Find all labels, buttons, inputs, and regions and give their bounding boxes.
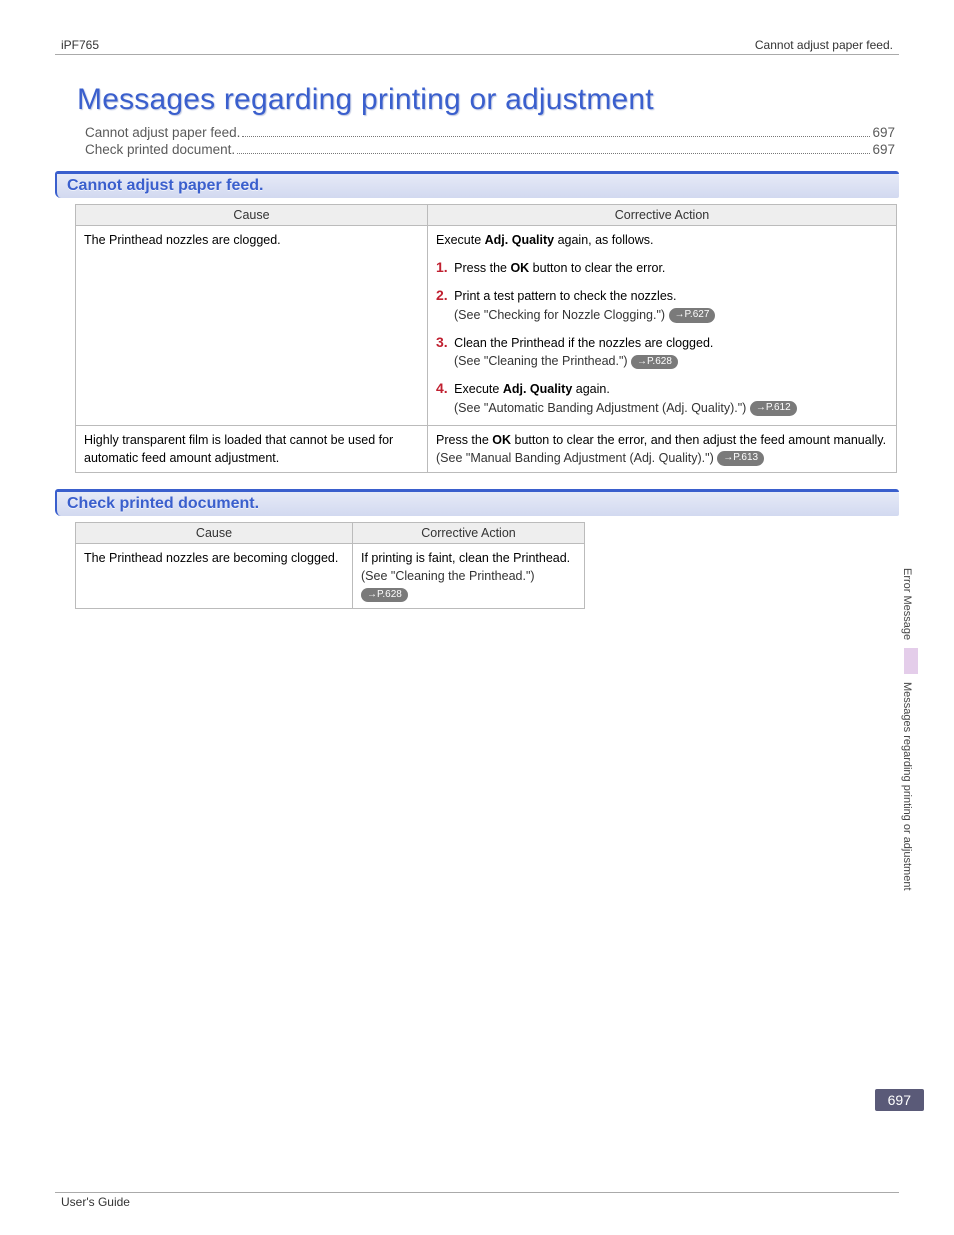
step-4: 4. Execute Adj. Quality again. (See "Aut…	[436, 378, 888, 416]
page-link-pill[interactable]: →P.628	[631, 355, 678, 370]
toc-page: 697	[872, 125, 899, 140]
side-tab-bottom[interactable]: Messages regarding printing or adjustmen…	[901, 682, 913, 891]
cell-action: Execute Adj. Quality again, as follows. …	[428, 226, 897, 426]
page-header: iPF765 Cannot adjust paper feed.	[55, 38, 899, 55]
header-right: Cannot adjust paper feed.	[755, 38, 893, 52]
see-text: (See "Checking for Nozzle Clogging.")	[454, 308, 665, 322]
see-text: (See "Cleaning the Printhead.")	[361, 569, 535, 583]
cell-action: If printing is faint, clean the Printhea…	[353, 543, 585, 608]
toc-dots	[242, 136, 870, 137]
cell-action: Press the OK button to clear the error, …	[428, 425, 897, 472]
side-tab-separator	[904, 648, 918, 674]
see-text: (See "Manual Banding Adjustment (Adj. Qu…	[436, 451, 714, 465]
table-row: Highly transparent film is loaded that c…	[76, 425, 897, 472]
intro-text: Execute	[436, 233, 485, 247]
action-text: If printing is faint, clean the Printhea…	[361, 551, 570, 565]
step-text: Clean the Printhead if the nozzles are c…	[454, 336, 713, 350]
section-heading-wrap: Check printed document.	[55, 489, 899, 516]
section-heading-wrap: Cannot adjust paper feed.	[55, 171, 899, 198]
table-check-printed: Cause Corrective Action The Printhead no…	[75, 522, 585, 609]
step-bold: OK	[510, 261, 529, 275]
table-cannot-adjust: Cause Corrective Action The Printhead no…	[75, 204, 897, 473]
step-1: 1. Press the OK button to clear the erro…	[436, 257, 888, 277]
page-link-pill[interactable]: →P.627	[669, 308, 716, 323]
step-text: Print a test pattern to check the nozzle…	[454, 289, 676, 303]
section-heading-check-printed: Check printed document.	[55, 492, 899, 516]
chapter-title: Messages regarding printing or adjustmen…	[77, 83, 899, 117]
see-text: (See "Cleaning the Printhead.")	[454, 354, 628, 368]
toc-page: 697	[872, 142, 899, 157]
step-number-icon: 4.	[436, 380, 448, 396]
table-header-row: Cause Corrective Action	[76, 205, 897, 226]
step-text: again.	[572, 382, 610, 396]
action-text: Press the	[436, 433, 492, 447]
toc-row[interactable]: Cannot adjust paper feed. 697	[85, 125, 899, 140]
table-row: The Printhead nozzles are clogged. Execu…	[76, 226, 897, 426]
table-row: The Printhead nozzles are becoming clogg…	[76, 543, 585, 608]
step-text: Press the	[454, 261, 510, 275]
step-text: Execute	[454, 382, 503, 396]
intro-bold: Adj. Quality	[485, 233, 554, 247]
step-3: 3. Clean the Printhead if the nozzles ar…	[436, 332, 888, 370]
step-number-icon: 2.	[436, 287, 448, 303]
footer-text: User's Guide	[61, 1195, 130, 1209]
page-link-pill[interactable]: →P.613	[717, 451, 764, 466]
side-tabs: Error Message Messages regarding printin…	[901, 568, 921, 891]
toc: Cannot adjust paper feed. 697 Check prin…	[85, 125, 899, 157]
step-bold: Adj. Quality	[503, 382, 572, 396]
toc-label: Cannot adjust paper feed.	[85, 125, 240, 140]
page-number-badge: 697	[875, 1089, 924, 1111]
toc-label: Check printed document.	[85, 142, 235, 157]
th-action: Corrective Action	[428, 205, 897, 226]
table-header-row: Cause Corrective Action	[76, 522, 585, 543]
th-action: Corrective Action	[353, 522, 585, 543]
header-left: iPF765	[61, 38, 99, 52]
action-text: button to clear the error, and then adju…	[511, 433, 886, 447]
page-footer: User's Guide	[55, 1192, 899, 1209]
step-text: button to clear the error.	[529, 261, 665, 275]
page-link-pill[interactable]: →P.612	[750, 401, 797, 416]
intro-text2: again, as follows.	[554, 233, 653, 247]
page-link-pill[interactable]: →P.628	[361, 588, 408, 603]
step-number-icon: 1.	[436, 259, 448, 275]
cell-cause: Highly transparent film is loaded that c…	[76, 425, 428, 472]
section-heading-cannot-adjust: Cannot adjust paper feed.	[55, 174, 899, 198]
side-tab-top[interactable]: Error Message	[901, 568, 913, 640]
see-text: (See "Automatic Banding Adjustment (Adj.…	[454, 401, 746, 415]
step-number-icon: 3.	[436, 334, 448, 350]
cell-cause: The Printhead nozzles are clogged.	[76, 226, 428, 426]
toc-row[interactable]: Check printed document. 697	[85, 142, 899, 157]
th-cause: Cause	[76, 205, 428, 226]
action-bold: OK	[492, 433, 511, 447]
th-cause: Cause	[76, 522, 353, 543]
step-2: 2. Print a test pattern to check the noz…	[436, 285, 888, 323]
cell-cause: The Printhead nozzles are becoming clogg…	[76, 543, 353, 608]
toc-dots	[237, 153, 870, 154]
